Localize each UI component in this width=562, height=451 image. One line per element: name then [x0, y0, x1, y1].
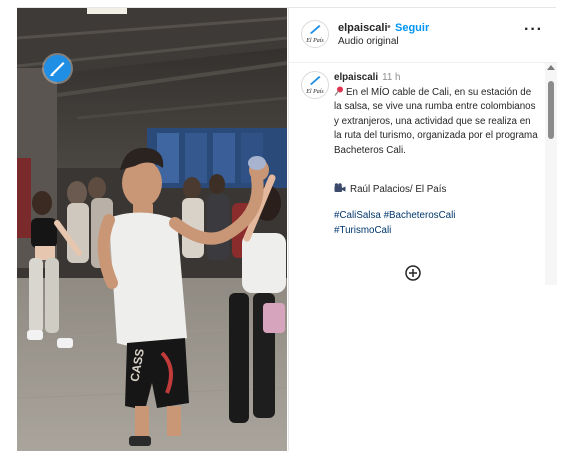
pushpin-icon	[334, 86, 343, 96]
caption-username[interactable]: elpaiscali	[334, 72, 378, 83]
el-pais-logo-icon	[310, 25, 321, 34]
more-options-icon[interactable]: ···	[524, 21, 543, 39]
hashtag-link[interactable]: #BacheterosCali	[384, 210, 456, 221]
audio-link[interactable]: Audio original	[338, 36, 399, 47]
scrollbar-thumb[interactable]	[548, 81, 554, 139]
post-window: CASS El País elpaiscali • Seguir Audio o…	[17, 7, 557, 451]
caption-body: En el MÍO cable de Cali, en su estación …	[334, 86, 538, 156]
caption-time[interactable]: 11 h	[382, 72, 400, 83]
add-circle-icon[interactable]	[405, 265, 421, 281]
scrollbar[interactable]	[545, 63, 557, 285]
el-pais-logo-icon	[310, 76, 321, 85]
el-pais-badge-icon	[44, 55, 71, 82]
avatar[interactable]: El País	[301, 20, 329, 48]
credit-text: Raúl Palacios/ El País	[350, 184, 447, 195]
caption-avatar[interactable]: El País	[301, 71, 329, 99]
post-sidebar: El País elpaiscali • Seguir Audio origin…	[288, 8, 557, 451]
credit-line: Raúl Palacios/ El País	[334, 183, 446, 195]
caption-area: El País elpaiscali 11 h En el MÍO cable d…	[289, 63, 545, 285]
hashtag-link[interactable]: #TurismoCali	[334, 225, 391, 236]
video-player[interactable]: CASS	[17, 8, 287, 451]
username-link[interactable]: elpaiscali	[338, 22, 388, 34]
separator-dot: •	[387, 21, 391, 33]
hashtag-link[interactable]: #CaliSalsa	[334, 210, 381, 221]
scroll-up-arrow-icon[interactable]	[547, 65, 555, 70]
caption-text: elpaiscali 11 h En el MÍO cable de Cali, …	[334, 71, 539, 159]
logo-text: El País	[306, 38, 324, 44]
post-header: El País elpaiscali • Seguir Audio origin…	[289, 8, 557, 63]
follow-button[interactable]: Seguir	[395, 22, 429, 34]
movie-camera-icon	[334, 183, 346, 192]
logo-text: El País	[306, 89, 324, 95]
hashtags: #CaliSalsa #BacheterosCali #TurismoCali	[334, 209, 539, 238]
